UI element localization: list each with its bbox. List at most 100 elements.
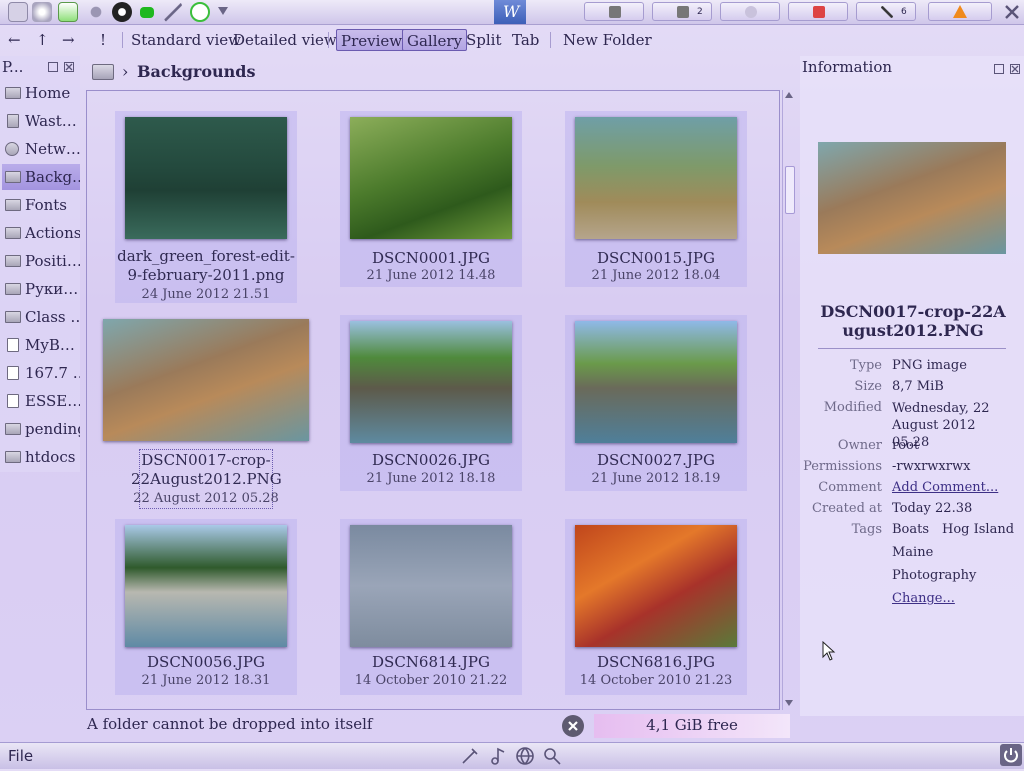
item-date: 21 June 2012 18.19 [591,471,721,486]
gallery-button[interactable]: Gallery [402,29,468,51]
item-name: DSCN0027.JPG [597,451,715,469]
task-badge: 6 [901,7,907,17]
free-space-label: 4,1 GiB free [646,716,738,734]
info-title: Information [802,58,893,76]
drive-icon [7,394,19,408]
music-icon[interactable] [488,746,508,770]
item-name: DSCN0056.JPG [147,653,265,671]
item-date: 24 June 2012 21.51 [141,287,271,302]
tag[interactable]: Maine [892,545,933,560]
pen-icon[interactable] [164,2,182,22]
place-item-positions[interactable]: Positi… [2,248,80,274]
add-comment-link[interactable]: Add Comment... [892,480,998,495]
place-item-class[interactable]: Class … [2,304,80,330]
place-item-pending[interactable]: pending [2,416,80,442]
item-date: 21 June 2012 18.31 [141,673,271,688]
network-icon[interactable] [86,2,106,22]
thumbnail-ferns [350,117,512,239]
item-name: DSCN6816.JPG [597,653,715,671]
gallery-item[interactable]: dark_green_forest-edit-9-february-2011.p… [115,111,297,303]
power-icon[interactable] [1000,744,1022,766]
place-item-backgrounds[interactable]: Backg… [2,164,80,190]
gallery-item[interactable]: DSCN0015.JPG 21 June 2012 18.04 [565,111,747,287]
file-menu[interactable]: File [8,747,33,765]
folder-icon [5,283,21,295]
task-button-2[interactable]: 2 [652,2,712,21]
close-icon[interactable] [1002,2,1022,22]
gallery-item[interactable]: DSCN0001.JPG 21 June 2012 14.48 [340,111,522,287]
change-tags-link[interactable]: Change... [892,591,955,606]
thumbnail-forest [125,117,287,239]
folder-icon [5,423,21,435]
forward-button[interactable]: → [58,29,79,51]
tag[interactable]: Hog Island [942,522,1014,537]
detailed-view-button[interactable]: Detailed view [229,29,341,51]
place-item-remote[interactable]: 167.7 … [2,360,80,386]
close-icon[interactable] [64,62,74,72]
settings-icon[interactable] [8,2,28,22]
scroll-down-icon[interactable] [785,700,793,706]
toolbar-separator [122,32,123,48]
new-folder-button[interactable]: New Folder [559,29,656,51]
gallery-item-selected[interactable]: DSCN0017-crop-22August2012.PNG 22 August… [103,319,309,511]
monitor-icon[interactable] [58,2,78,22]
gallery-item[interactable]: DSCN0056.JPG 21 June 2012 18.31 [115,519,297,695]
place-item-actions[interactable]: Actions [2,220,80,246]
bottom-panel: File [0,742,1024,769]
breadcrumb-folder[interactable]: Backgrounds [137,62,255,81]
folder-icon [5,227,21,239]
search-icon[interactable] [542,746,562,770]
globe-icon[interactable] [514,745,536,771]
place-item-home[interactable]: Home [2,80,80,106]
folder-icon [5,451,21,463]
thumbnail-wreck [350,321,512,443]
task-button-3[interactable] [720,2,780,21]
place-item-myb[interactable]: MyB… [2,332,80,358]
place-item-trash[interactable]: Wast… [2,108,80,134]
close-icon[interactable] [1010,64,1020,74]
vertical-scrollbar[interactable] [782,90,795,710]
place-item-guides[interactable]: Руки… [2,276,80,302]
place-item-fonts[interactable]: Fonts [2,192,80,218]
gallery-item[interactable]: DSCN0026.JPG 21 June 2012 18.18 [340,315,522,491]
drive-icon [7,338,19,352]
gallery-item[interactable]: DSCN0027.JPG 21 June 2012 18.19 [565,315,747,491]
media-player-icon[interactable] [112,2,132,22]
task-button-vlc[interactable] [928,2,992,21]
preview-button[interactable]: Preview [336,29,408,51]
standard-view-button[interactable]: Standard view [127,29,245,51]
task-button-1[interactable] [584,2,644,21]
chevron-down-icon[interactable] [218,7,228,15]
undock-icon[interactable] [994,64,1004,74]
folder-icon[interactable] [92,64,114,80]
cancel-icon[interactable] [562,715,584,737]
window-logo-button[interactable]: W [494,0,526,24]
split-button[interactable]: Split [462,29,506,51]
place-item-esse[interactable]: ESSE… [2,388,80,414]
usb-icon[interactable] [32,2,52,22]
back-button[interactable]: ← [4,29,25,51]
gallery-item[interactable]: DSCN6816.JPG 14 October 2010 21.23 [565,519,747,695]
scrollbar-thumb[interactable] [785,166,795,214]
tag[interactable]: Photography [892,568,976,583]
place-item-htdocs[interactable]: htdocs [2,444,80,470]
pen-icon[interactable] [460,746,480,770]
tag[interactable]: Boats [892,522,929,537]
scroll-up-icon[interactable] [785,92,793,98]
battery-icon[interactable] [140,7,154,18]
undock-icon[interactable] [48,62,58,72]
item-name: DSCN0015.JPG [597,249,715,267]
up-button[interactable]: ↑ [32,29,53,51]
trash-icon [7,114,19,128]
tab-button[interactable]: Tab [508,29,543,51]
bubble-icon[interactable] [190,2,210,22]
thumbnail-cloudy-sky [350,525,512,647]
task-button-4[interactable] [788,2,848,21]
place-item-network[interactable]: Netw… [2,136,80,162]
action-button[interactable]: ! [96,29,110,51]
places-panel: P... Home Wast… Netw… Backg… Fonts Actio… [0,56,80,472]
toolbar-separator [550,32,551,48]
window-logo: W [503,2,520,21]
gallery-item[interactable]: DSCN6814.JPG 14 October 2010 21.22 [340,519,522,695]
task-button-5[interactable]: 6 [856,2,916,21]
